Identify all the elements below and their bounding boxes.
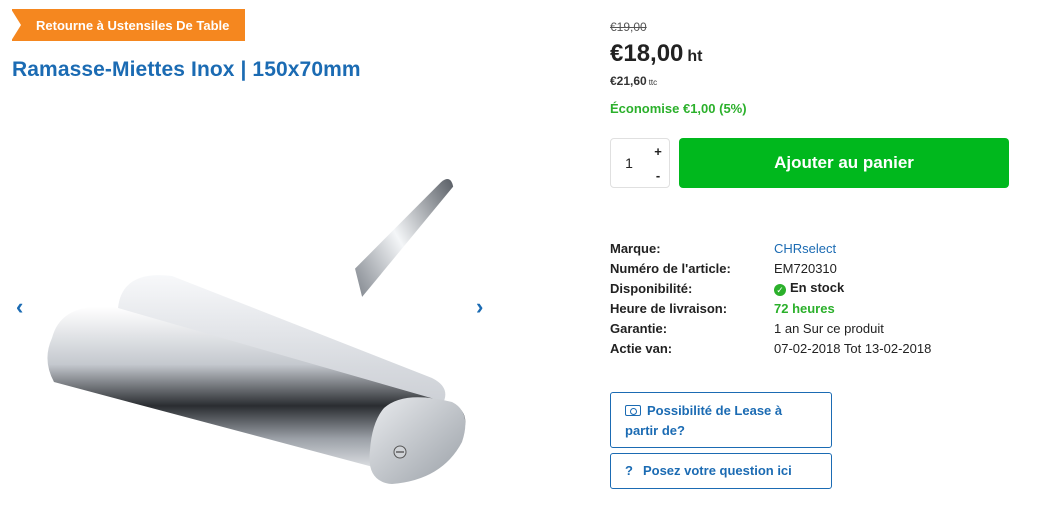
old-price: €19,00	[610, 20, 647, 34]
price-ttc-value: €21,60	[610, 74, 647, 88]
price-ttc-unit: ttc	[648, 78, 658, 87]
quantity-input[interactable]: 1	[611, 139, 647, 187]
spec-value: EM720310	[774, 260, 837, 276]
quantity-decrease-button[interactable]: -	[647, 163, 669, 187]
spec-row-promo-period: Actie van: 07-02-2018 Tot 13-02-2018	[610, 338, 931, 358]
chevron-right-icon[interactable]: ›	[476, 294, 483, 320]
current-price: €18,00 ht	[610, 40, 703, 68]
quantity-increase-button[interactable]: +	[647, 139, 669, 163]
price-incl-tax: €21,60 ttc	[610, 74, 657, 88]
price-unit: ht	[687, 48, 703, 65]
add-to-cart-button[interactable]: Ajouter au panier	[679, 138, 1009, 188]
back-to-category-button[interactable]: Retourne à Ustensiles De Table	[10, 9, 246, 41]
spec-value: 07-02-2018 Tot 13-02-2018	[774, 340, 932, 356]
spec-row-warranty: Garantie: 1 an Sur ce produit	[610, 318, 931, 338]
question-mark-icon: ?	[625, 463, 633, 478]
product-specs: Marque: CHRselect Numéro de l'article: E…	[610, 238, 931, 358]
price-value: €18,00	[610, 40, 684, 67]
spec-label: Marque:	[610, 240, 661, 256]
spec-row-article-number: Numéro de l'article: EM720310	[610, 258, 931, 278]
back-button-label: Retourne à Ustensiles De Table	[36, 17, 230, 33]
add-to-cart-label: Ajouter au panier	[774, 153, 914, 172]
spec-label: Actie van:	[610, 340, 673, 356]
chevron-left-icon[interactable]: ‹	[16, 294, 23, 320]
ask-question-label: Posez votre question ici	[642, 463, 792, 478]
spec-label: Numéro de l'article:	[610, 260, 731, 276]
saving-text: Économise €1,00 (5%)	[610, 101, 747, 116]
spec-value: 1 an Sur ce produit	[774, 320, 884, 336]
availability-text: En stock	[790, 280, 845, 295]
spec-label: Heure de livraison:	[610, 300, 728, 316]
check-circle-icon: ✓	[774, 284, 786, 296]
spec-label: Disponibilité:	[610, 280, 693, 296]
product-image	[47, 178, 466, 484]
spec-row-availability: Disponibilité: ✓ En stock	[610, 278, 931, 298]
brand-link[interactable]: CHRselect	[774, 241, 836, 256]
spec-label: Garantie:	[610, 320, 668, 336]
availability-value: ✓ En stock	[774, 280, 844, 296]
ask-question-button[interactable]: ? Posez votre question ici	[610, 453, 832, 489]
quantity-controls: + -	[647, 139, 669, 187]
quantity-stepper: 1 + -	[610, 138, 670, 188]
spec-row-brand: Marque: CHRselect	[610, 238, 931, 258]
lease-button[interactable]: Possibilité de Lease à partir de?	[610, 392, 832, 448]
product-title: Ramasse-Miettes Inox | 150x70mm	[12, 58, 361, 81]
banknote-icon	[625, 405, 641, 416]
product-gallery: ‹ ›	[12, 110, 492, 500]
spec-row-delivery-time: Heure de livraison: 72 heures	[610, 298, 931, 318]
lease-label: Possibilité de Lease à partir de?	[625, 403, 783, 438]
delivery-time-value: 72 heures	[774, 300, 835, 316]
